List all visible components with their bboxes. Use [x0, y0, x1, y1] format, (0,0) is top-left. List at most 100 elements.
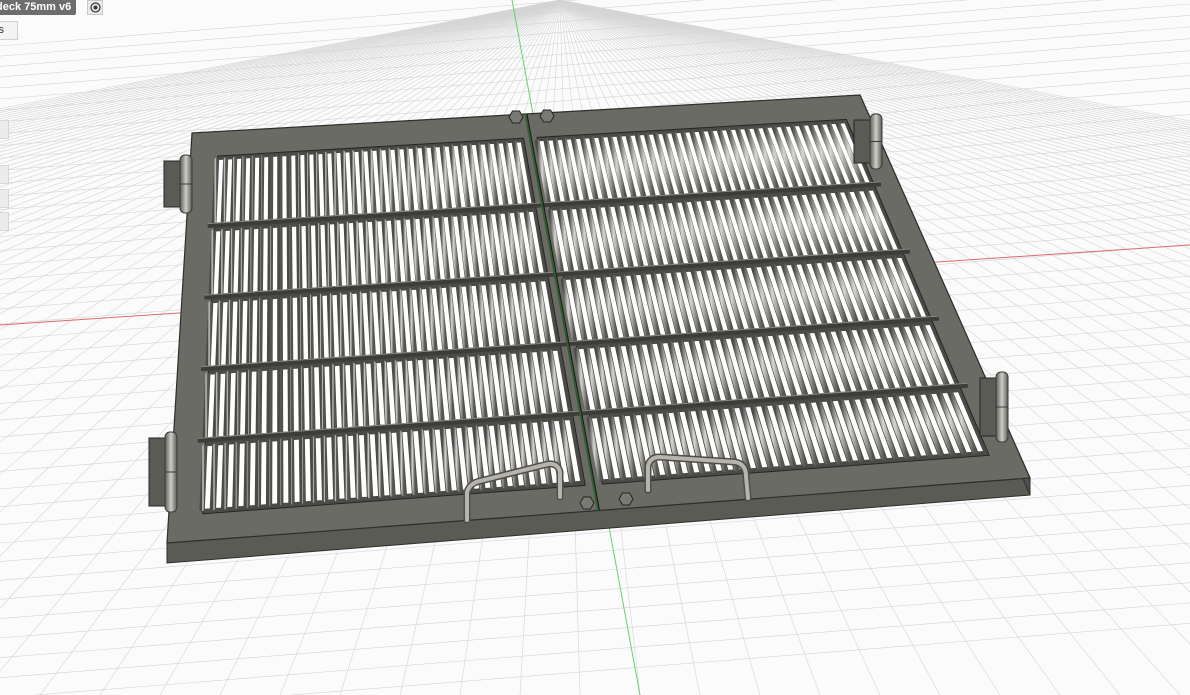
side-toolbar-tab[interactable] — [0, 120, 9, 139]
hinge-top-left — [163, 154, 193, 214]
target-button[interactable] — [87, 0, 103, 15]
slat-rod — [324, 222, 332, 289]
slat-rod — [226, 299, 233, 367]
hinge-bottom-right — [979, 371, 1009, 443]
slat-gap — [291, 155, 297, 218]
slat-rod — [295, 153, 301, 220]
slat-rod — [340, 363, 348, 430]
slat-rod — [224, 371, 231, 439]
grid-line — [32, 602, 1190, 695]
slat-gap — [262, 299, 268, 363]
slat-rod — [304, 152, 311, 220]
slat-gap — [263, 157, 269, 220]
grid-line — [0, 562, 1190, 659]
bolt-top-left — [508, 110, 524, 124]
slat-rod — [236, 299, 243, 366]
slat-gap — [272, 370, 278, 433]
hinge-bottom-left — [148, 431, 178, 513]
browser-panel-toggle[interactable]: is — [0, 21, 18, 40]
slat-rod — [306, 223, 312, 291]
target-icon — [89, 2, 101, 13]
document-tab[interactable]: deck 75mm v6 — [0, 0, 77, 15]
slat-gap — [272, 441, 278, 504]
slat-rod — [340, 150, 349, 217]
slat-rod — [205, 301, 213, 369]
slat-gap — [261, 370, 267, 434]
slat-rod — [343, 221, 352, 288]
slat-rod — [257, 297, 263, 365]
slat-rod — [319, 364, 326, 432]
slat-rod — [310, 436, 317, 503]
slat-rod — [218, 228, 226, 296]
slat-rod — [213, 371, 221, 439]
slat-rod — [317, 293, 324, 361]
side-toolbar-tab[interactable] — [0, 212, 9, 231]
slat-gap — [282, 369, 288, 432]
slat-rod — [329, 364, 337, 431]
slat-gap — [282, 156, 287, 219]
slat-gap — [272, 298, 278, 362]
slat-rod — [347, 291, 355, 359]
slat-rod — [199, 444, 207, 512]
slat-rod — [342, 434, 350, 501]
slat-rod — [228, 228, 235, 296]
slat-rod — [248, 227, 254, 294]
slat-rod — [299, 437, 305, 504]
slat-gap — [294, 439, 300, 503]
slat-gap — [283, 440, 289, 503]
slat-gap — [260, 441, 267, 505]
slat-gap — [291, 226, 297, 289]
bolt-bottom-left — [579, 496, 595, 510]
slat-rod — [297, 295, 303, 362]
slat-rod — [332, 434, 339, 502]
slat-rod — [230, 156, 237, 224]
canvas-viewport[interactable]: deck 75mm v6 is — [0, 0, 1190, 695]
slat-gap — [273, 156, 278, 220]
slat-rod — [308, 365, 315, 432]
slat-rod — [256, 369, 262, 436]
slat-rod — [257, 226, 264, 294]
slat-rod — [245, 369, 252, 437]
slat-rod — [208, 229, 216, 297]
slat-rod — [255, 440, 261, 508]
slat-rod — [307, 294, 314, 362]
grid-line — [0, 582, 1190, 678]
slat-rod — [334, 221, 342, 289]
slat-gap — [292, 297, 298, 361]
hinge-top-right — [853, 113, 883, 170]
slat-gap — [249, 442, 256, 506]
grid-line — [288, 623, 1190, 695]
bolt-bottom-right — [618, 492, 634, 506]
slat-rod — [221, 157, 228, 225]
side-toolbar-tab[interactable] — [0, 165, 9, 184]
slat-rod — [234, 370, 241, 438]
slat-rod — [315, 222, 322, 290]
slat-rod — [331, 151, 339, 218]
viewport-scene[interactable] — [0, 0, 1190, 695]
slat-rod — [296, 224, 302, 291]
slat-gap — [282, 298, 288, 361]
slat-rod — [239, 156, 246, 224]
slat-rod — [321, 435, 328, 503]
slat-rod — [327, 293, 334, 360]
slat-rod — [258, 155, 264, 223]
slat-rod — [313, 152, 320, 219]
bolt-top-right — [539, 109, 555, 123]
slat-rod — [337, 292, 345, 359]
slat-rod — [233, 441, 240, 509]
slat-rod — [246, 298, 253, 366]
slat-gap — [262, 228, 268, 291]
grid-line — [0, 26, 1190, 123]
document-title: deck 75mm v6 — [0, 1, 72, 13]
side-toolbar-tab[interactable] — [0, 189, 9, 208]
slat-gap — [293, 368, 299, 432]
slat-rod — [322, 151, 330, 218]
slat-rod — [298, 366, 304, 433]
slat-rod — [221, 442, 229, 510]
slat-gap — [282, 227, 288, 290]
slat-rod — [211, 157, 219, 225]
slat-rod — [353, 433, 362, 500]
slat-rod — [215, 300, 223, 368]
slat-rod — [249, 155, 255, 223]
slat-rod — [244, 441, 250, 508]
